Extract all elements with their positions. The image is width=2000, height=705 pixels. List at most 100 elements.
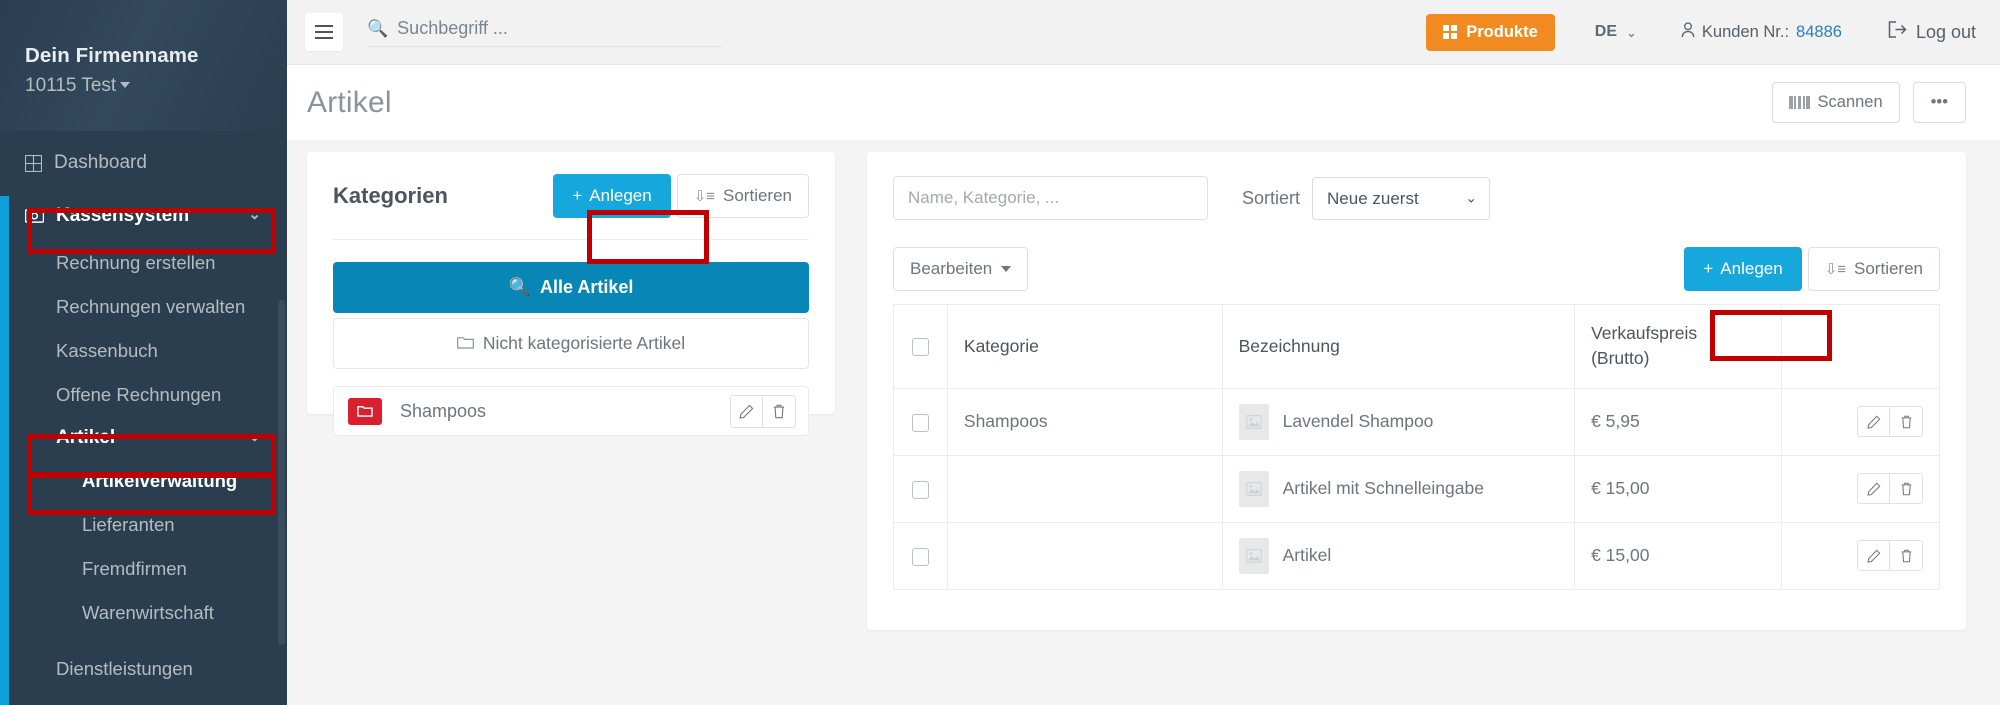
trash-icon[interactable] bbox=[1890, 473, 1923, 505]
logout-icon bbox=[1888, 21, 1907, 43]
sidebar-item-label: Dashboard bbox=[54, 152, 147, 173]
column-bezeichnung: Bezeichnung bbox=[1221, 304, 1576, 389]
select-all-checkbox[interactable] bbox=[911, 338, 929, 357]
sidebar-item-kassensystem[interactable]: Kassensystem ⌄ bbox=[0, 191, 287, 241]
chevron-down-icon: ⌄ bbox=[1626, 24, 1637, 40]
cash-icon bbox=[25, 209, 44, 223]
logout-label: Log out bbox=[1916, 22, 1976, 43]
company-location[interactable]: 10115 Test bbox=[25, 75, 287, 97]
articles-table: Kategorie Bezeichnung Verkaufspreis (Bru… bbox=[893, 304, 1940, 590]
language-selector[interactable]: DE ⌄ bbox=[1595, 23, 1637, 41]
sidebar-item-fremdfirmen[interactable]: Fremdfirmen bbox=[0, 547, 287, 591]
grid-squares-icon bbox=[1443, 25, 1458, 39]
sort-icon: ⇩≡ bbox=[693, 188, 716, 205]
search-icon: 🔍 bbox=[508, 277, 532, 297]
brand-block[interactable]: Dein Firmenname 10115 Test bbox=[0, 0, 287, 131]
sidebar-item-label: Artikelverwaltung bbox=[82, 470, 238, 491]
pencil-icon[interactable] bbox=[1857, 473, 1890, 505]
hamburger-icon[interactable] bbox=[305, 13, 343, 51]
grid-icon bbox=[25, 154, 42, 172]
logout-button[interactable]: Log out bbox=[1888, 21, 1976, 43]
ellipsis-icon: ••• bbox=[1930, 93, 1948, 111]
trash-icon[interactable] bbox=[1890, 406, 1923, 438]
pencil-icon[interactable] bbox=[1857, 406, 1890, 438]
sidebar-item-artikelverwaltung[interactable]: Artikelverwaltung bbox=[0, 459, 287, 503]
sidebar-item-lieferanten[interactable]: Lieferanten bbox=[0, 503, 287, 547]
customer-number[interactable]: Kunden Nr.: 84886 bbox=[1681, 21, 1842, 43]
main-area: 🔍 Produkte DE ⌄ Kunden Nr.: 8488 bbox=[287, 0, 2000, 705]
caret-down-icon bbox=[1001, 266, 1012, 272]
list-toolbar: Bearbeiten + Anlegen ⇩≡ Sortieren bbox=[893, 247, 1940, 291]
column-verkaufspreis-line1: Verkaufspreis bbox=[1591, 323, 1698, 343]
row-select-cell bbox=[893, 387, 948, 456]
list-filters: Sortiert Neue zuerst ⌄ bbox=[893, 176, 1940, 220]
sidebar-item-label: Lieferanten bbox=[82, 514, 175, 535]
article-create-button[interactable]: + Anlegen bbox=[1684, 247, 1802, 291]
row-checkbox[interactable] bbox=[911, 413, 929, 432]
sort-select[interactable]: Neue zuerst bbox=[1312, 176, 1491, 220]
sidebar-item-rechnung-erstellen[interactable]: Rechnung erstellen bbox=[0, 241, 287, 285]
user-icon bbox=[1681, 21, 1695, 43]
category-row[interactable]: Shampoos bbox=[333, 386, 809, 436]
articles-table-head: Kategorie Bezeichnung Verkaufspreis (Bru… bbox=[893, 304, 1940, 389]
trash-icon[interactable] bbox=[763, 394, 796, 428]
nav-separator bbox=[0, 635, 287, 647]
barcode-icon bbox=[1789, 96, 1810, 109]
row-bezeichnung-cell: Artikel bbox=[1221, 521, 1576, 590]
sidebar-item-dashboard[interactable]: Dashboard bbox=[0, 135, 287, 191]
folder-icon bbox=[348, 397, 382, 425]
sidebar-item-label: Kassensystem bbox=[56, 205, 190, 226]
page-header-actions: Scannen ••• bbox=[1772, 82, 1966, 123]
sidebar-item-offene-rechnungen[interactable]: Offene Rechnungen bbox=[0, 373, 287, 417]
sort-select-wrapper: Neue zuerst ⌄ bbox=[1312, 176, 1491, 220]
sidebar-item-rechnungen-verwalten[interactable]: Rechnungen verwalten bbox=[0, 285, 287, 329]
pencil-icon[interactable] bbox=[1857, 540, 1890, 572]
row-checkbox[interactable] bbox=[911, 480, 929, 499]
table-row[interactable]: Artikel mit Schnelleingabe € 15,00 bbox=[893, 454, 1940, 523]
row-kategorie: Shampoos bbox=[946, 387, 1223, 456]
image-placeholder-icon bbox=[1238, 470, 1269, 507]
category-create-button[interactable]: + Anlegen bbox=[553, 174, 671, 218]
row-actions-cell bbox=[1781, 521, 1940, 590]
bulk-edit-button[interactable]: Bearbeiten bbox=[893, 247, 1029, 291]
sidebar-item-dienstleistungen[interactable]: Dienstleistungen bbox=[0, 647, 287, 691]
articles-table-body: Shampoos Lavendel Shampoo € 5,95 Artikel… bbox=[893, 387, 1940, 590]
category-sort-button[interactable]: ⇩≡ Sortieren bbox=[676, 174, 809, 218]
produkte-button[interactable]: Produkte bbox=[1426, 13, 1555, 51]
sidebar-item-warenwirtschaft[interactable]: Warenwirtschaft bbox=[0, 591, 287, 635]
sidebar-item-label: Warenwirtschaft bbox=[82, 602, 214, 623]
select-all-header bbox=[893, 304, 948, 389]
application-root: Dein Firmenname 10115 Test Dashboard Kas… bbox=[0, 0, 2000, 705]
sidebar-item-artikel[interactable]: Artikel ⌄ bbox=[0, 417, 287, 459]
row-checkbox[interactable] bbox=[911, 547, 929, 566]
sidebar-item-label: Artikel bbox=[56, 427, 116, 448]
articles-filter-input[interactable] bbox=[893, 176, 1208, 220]
sidebar-item-label: Offene Rechnungen bbox=[56, 384, 222, 405]
sidebar-scrollbar[interactable] bbox=[278, 300, 285, 645]
uncategorized-articles-button[interactable]: Nicht kategorisierte Artikel bbox=[333, 318, 809, 369]
table-header-row: Kategorie Bezeichnung Verkaufspreis (Bru… bbox=[893, 304, 1940, 389]
table-row[interactable]: Shampoos Lavendel Shampoo € 5,95 bbox=[893, 387, 1940, 456]
sidebar-item-label: Rechnung erstellen bbox=[56, 252, 216, 273]
search-input[interactable] bbox=[397, 17, 722, 39]
categories-panel: Kategorien + Anlegen ⇩≡ Sortieren 🔍 Alle… bbox=[307, 152, 835, 436]
customer-number-value: 84886 bbox=[1796, 22, 1842, 41]
table-row[interactable]: Artikel € 15,00 bbox=[893, 521, 1940, 590]
all-articles-button[interactable]: 🔍 Alle Artikel bbox=[333, 262, 809, 313]
sidebar-item-kassenbuch[interactable]: Kassenbuch bbox=[0, 329, 287, 373]
all-articles-label: Alle Artikel bbox=[540, 277, 634, 297]
global-search[interactable]: 🔍 bbox=[367, 17, 722, 47]
bulk-edit-label: Bearbeiten bbox=[910, 259, 993, 278]
pencil-icon[interactable] bbox=[730, 394, 763, 428]
article-sort-label: Sortieren bbox=[1854, 259, 1923, 278]
article-sort-button[interactable]: ⇩≡ Sortieren bbox=[1807, 247, 1940, 291]
row-actions-cell bbox=[1781, 454, 1940, 523]
trash-icon[interactable] bbox=[1890, 540, 1923, 572]
categories-header: Kategorien + Anlegen ⇩≡ Sortieren bbox=[333, 174, 809, 218]
more-options-button[interactable]: ••• bbox=[1912, 82, 1966, 123]
row-kategorie bbox=[946, 454, 1223, 523]
topbar: 🔍 Produkte DE ⌄ Kunden Nr.: 8488 bbox=[287, 0, 2000, 65]
row-bezeichnung-cell: Lavendel Shampoo bbox=[1221, 387, 1576, 456]
scan-label: Scannen bbox=[1817, 93, 1883, 111]
scan-button[interactable]: Scannen bbox=[1772, 82, 1900, 123]
